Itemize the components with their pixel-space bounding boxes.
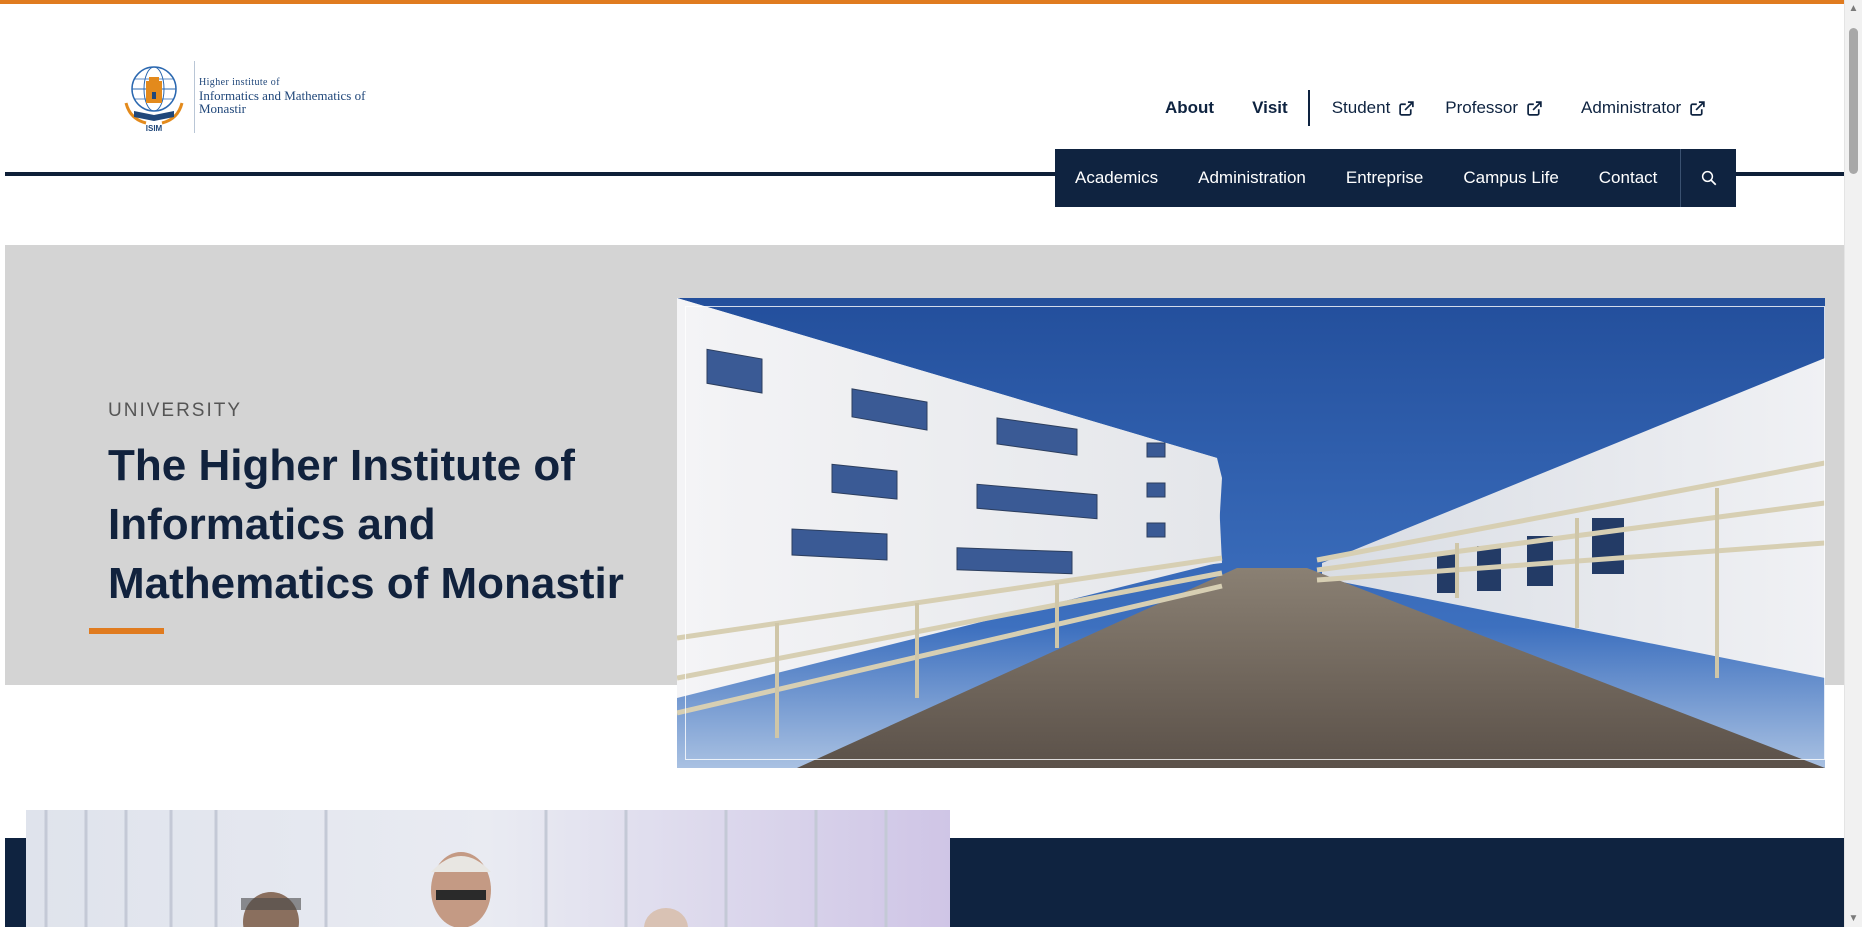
nav-item-academics[interactable]: Academics [1055, 149, 1178, 207]
search-icon [1701, 170, 1716, 186]
hero-title: The Higher Institute of Informatics and … [108, 441, 624, 608]
student-link[interactable]: Student [1332, 98, 1416, 118]
logo-line-2: Informatics and Mathematics of [199, 87, 366, 103]
hero-eyebrow: UNIVERSITY [108, 400, 243, 421]
hero-campus-photo [677, 298, 1825, 768]
event-people-photo [26, 810, 950, 927]
search-button[interactable] [1680, 149, 1736, 207]
utility-nav-separator [1307, 90, 1310, 126]
professor-link-label: Professor [1445, 98, 1519, 117]
svg-text:ISIM: ISIM [146, 124, 163, 133]
administrator-link-label: Administrator [1581, 98, 1682, 117]
logo-divider [194, 61, 195, 133]
about-link[interactable]: About [1165, 98, 1214, 118]
photo-frame-line [685, 306, 1825, 760]
utility-nav: About Visit Student Professor Administra… [1165, 90, 1706, 126]
scrollbar-thumb[interactable] [1849, 28, 1858, 174]
external-link-icon [1527, 100, 1542, 116]
logo-line-3: Monastir [199, 101, 246, 117]
professor-link[interactable]: Professor [1445, 98, 1543, 118]
isim-emblem-icon: ISIM [116, 59, 192, 135]
student-link-label: Student [1331, 98, 1391, 117]
browser-viewport: ISIM Higher institute of Informatics and… [0, 0, 1862, 927]
external-link-icon [1690, 100, 1705, 116]
hero-title-underline [89, 628, 164, 634]
scroll-down-arrow-icon[interactable]: ▼ [1845, 910, 1862, 927]
external-link-icon [1399, 100, 1415, 116]
nav-item-campus-life[interactable]: Campus Life [1443, 149, 1578, 207]
nav-item-contact[interactable]: Contact [1579, 149, 1678, 207]
administrator-link[interactable]: Administrator [1581, 98, 1706, 118]
logo-wordmark: Higher institute of Informatics and Math… [199, 78, 365, 116]
scroll-up-arrow-icon[interactable]: ▲ [1845, 0, 1862, 17]
main-nav: Academics Administration Entreprise Camp… [1055, 149, 1736, 207]
nav-item-administration[interactable]: Administration [1178, 149, 1326, 207]
page: ISIM Higher institute of Informatics and… [5, 4, 1844, 927]
site-logo[interactable]: ISIM Higher institute of Informatics and… [116, 56, 366, 138]
page-scrollbar[interactable]: ▲ ▼ [1844, 0, 1862, 927]
nav-item-entreprise[interactable]: Entreprise [1326, 149, 1443, 207]
visit-link[interactable]: Visit [1252, 98, 1288, 118]
